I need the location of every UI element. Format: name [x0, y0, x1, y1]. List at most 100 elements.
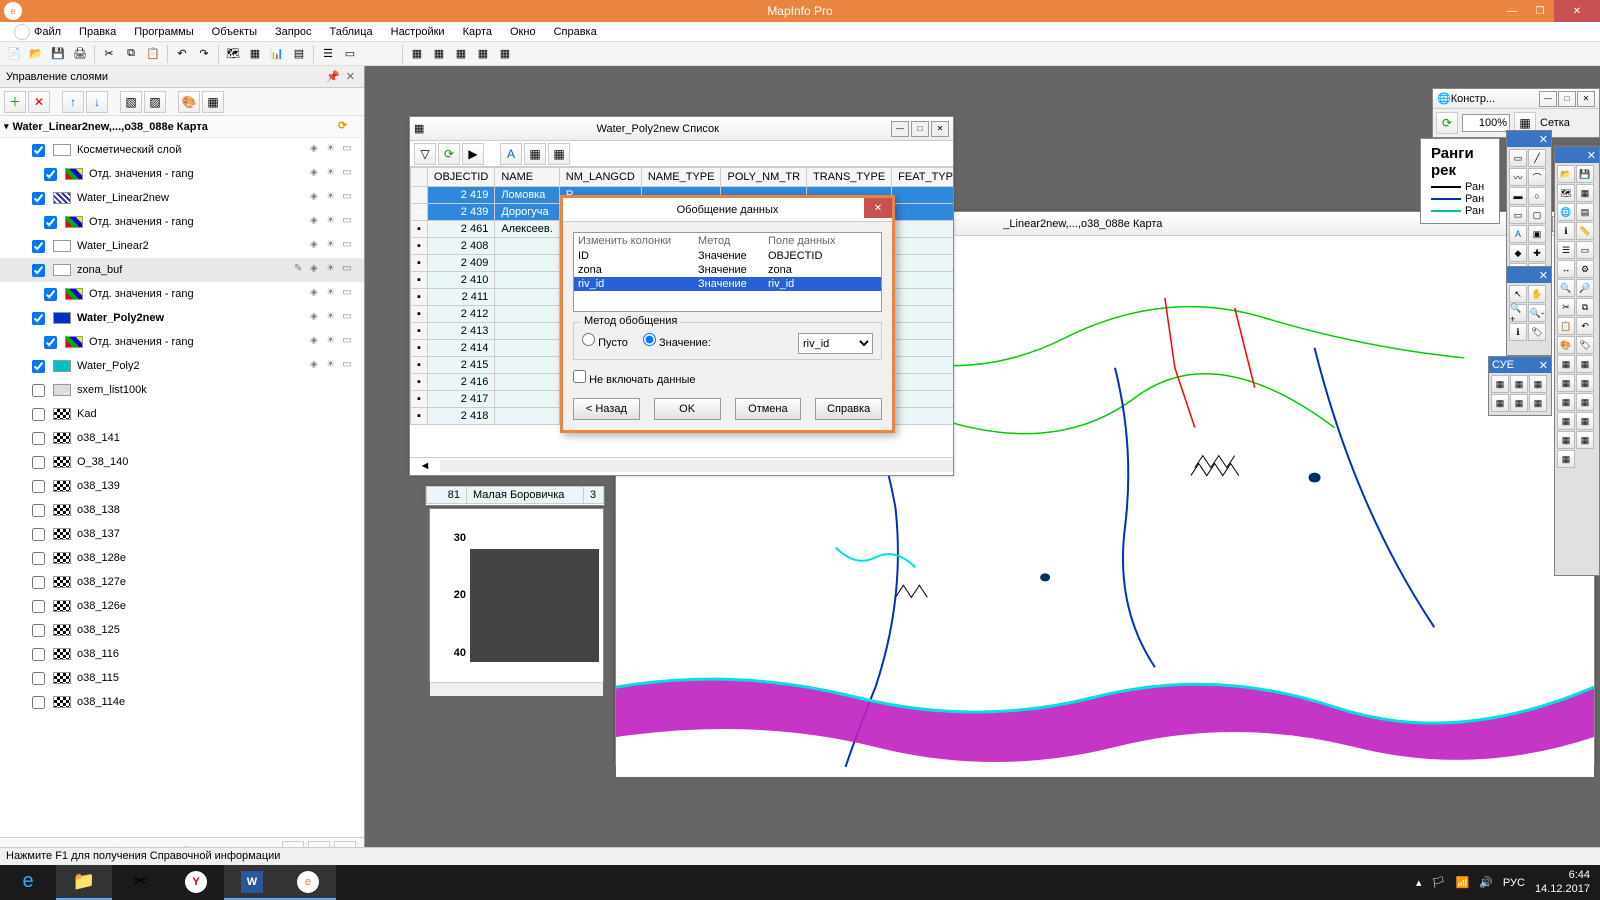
layer-visible-checkbox[interactable]: [44, 216, 57, 229]
t-theme-icon[interactable]: 🎨: [1557, 336, 1575, 354]
tb-misc4-icon[interactable]: ▦: [473, 44, 493, 64]
list-add-icon[interactable]: ▦: [524, 143, 546, 165]
layer-opt3-icon[interactable]: ▭: [342, 167, 356, 181]
t-cut-icon[interactable]: ✂: [1557, 298, 1575, 316]
tool-text-icon[interactable]: A: [1509, 225, 1527, 243]
layer-row[interactable]: Water_Poly2 ◈☀▭: [0, 354, 364, 378]
dialog-row[interactable]: riv_idЗначениеriv_id: [574, 277, 881, 291]
list-filter-icon[interactable]: ▽: [414, 143, 436, 165]
move-up-icon[interactable]: ↑: [62, 91, 84, 113]
tb-paste-icon[interactable]: 📋: [143, 44, 163, 64]
tb-layout-icon[interactable]: ▤: [289, 44, 309, 64]
layer-visible-checkbox[interactable]: [32, 408, 45, 421]
t-misc7-icon[interactable]: ▦: [1557, 412, 1575, 430]
tool-polygon-icon[interactable]: ▬: [1509, 187, 1527, 205]
constr-min-icon[interactable]: —: [1539, 91, 1557, 107]
panel-close-icon[interactable]: ✕: [343, 71, 358, 83]
sue-btn1-icon[interactable]: ▦: [1491, 375, 1509, 393]
tool-addnode-icon[interactable]: ✚: [1528, 244, 1546, 262]
layer-row[interactable]: Water_Linear2new ◈☀▭: [0, 186, 364, 210]
tb-redo-icon[interactable]: ↷: [194, 44, 214, 64]
sue-btn2-icon[interactable]: ▦: [1510, 375, 1528, 393]
layer-row[interactable]: Water_Linear2 ◈☀▭: [0, 234, 364, 258]
layer-row[interactable]: o38_115: [0, 666, 364, 690]
layer-opt2-icon[interactable]: ☀: [326, 215, 340, 229]
t-label-icon[interactable]: 🏷: [1576, 336, 1594, 354]
t-misc10-icon[interactable]: ▦: [1576, 431, 1594, 449]
tool-node-icon[interactable]: ◆: [1509, 244, 1527, 262]
exclude-checkbox[interactable]: Не включать данные: [573, 374, 696, 386]
t-paste-icon[interactable]: 📋: [1557, 317, 1575, 335]
tb-list-icon[interactable]: ▦: [245, 44, 265, 64]
menu-window[interactable]: Окно: [502, 24, 544, 40]
layer-label-icon[interactable]: ▦: [202, 91, 224, 113]
layers-tree[interactable]: ▾ Water_Linear2new,...,o38_088e Карта ⟳ …: [0, 116, 364, 837]
constr-refresh-icon[interactable]: ⟳: [1436, 112, 1458, 134]
tb-copy-icon[interactable]: ⧉: [121, 44, 141, 64]
col-header[interactable]: NAME_TYPE: [641, 168, 721, 187]
layer-opt3-icon[interactable]: ▭: [342, 311, 356, 325]
layer-props2-icon[interactable]: ▨: [144, 91, 166, 113]
layer-opt3-icon[interactable]: ▭: [342, 215, 356, 229]
menu-help[interactable]: Справка: [546, 24, 605, 40]
value-select[interactable]: riv_id: [798, 333, 873, 354]
layer-visible-checkbox[interactable]: [32, 648, 45, 661]
layer-visible-checkbox[interactable]: [32, 600, 45, 613]
menu-settings[interactable]: Настройки: [383, 24, 453, 40]
minimize-button[interactable]: —: [1498, 0, 1526, 22]
layer-visible-checkbox[interactable]: [32, 384, 45, 397]
tool-roundrect-icon[interactable]: ▢: [1528, 206, 1546, 224]
layer-opt3-icon[interactable]: ▭: [342, 287, 356, 301]
pin-icon[interactable]: 📌: [323, 71, 343, 83]
menu-map[interactable]: Карта: [455, 24, 500, 40]
layer-opt1-icon[interactable]: ◈: [310, 311, 324, 325]
tree-header[interactable]: ▾ Water_Linear2new,...,o38_088e Карта ⟳: [0, 116, 364, 138]
tb-print-icon[interactable]: 🖨: [70, 44, 90, 64]
nav-label-icon[interactable]: 🏷: [1528, 323, 1546, 341]
refresh-icon[interactable]: ⟳: [338, 119, 354, 135]
tray-up-icon[interactable]: ▴: [1416, 876, 1422, 889]
edit-icon[interactable]: ✎: [294, 263, 308, 277]
col-header[interactable]: TRANS_TYPE: [807, 168, 892, 187]
layer-visible-checkbox[interactable]: [32, 144, 45, 157]
layer-row[interactable]: o38_128e: [0, 546, 364, 570]
t-misc5-icon[interactable]: ▦: [1557, 393, 1575, 411]
radio-value[interactable]: Значение:: [643, 337, 711, 349]
t-misc9-icon[interactable]: ▦: [1557, 431, 1575, 449]
remove-layer-icon[interactable]: ✕: [28, 91, 50, 113]
t-misc11-icon[interactable]: ▦: [1557, 450, 1575, 468]
t-map-icon[interactable]: 🗺: [1557, 184, 1575, 202]
zoom-input[interactable]: [1462, 114, 1510, 132]
layer-visible-checkbox[interactable]: [44, 288, 57, 301]
menu-file[interactable]: Файл: [6, 22, 69, 42]
tb-misc3-icon[interactable]: ▦: [451, 44, 471, 64]
t-misc1-icon[interactable]: ▦: [1557, 355, 1575, 373]
close-button[interactable]: ✕: [1554, 0, 1600, 22]
taskbar-word-icon[interactable]: W: [224, 865, 280, 900]
cancel-button[interactable]: Отмена: [735, 398, 802, 420]
tool-line-icon[interactable]: ╱: [1528, 149, 1546, 167]
layer-opt2-icon[interactable]: ☀: [326, 239, 340, 253]
tb-undo-icon[interactable]: ↶: [172, 44, 192, 64]
tb-misc1-icon[interactable]: ▦: [407, 44, 427, 64]
dialog-row[interactable]: zonaЗначениеzona: [574, 263, 881, 277]
radio-empty[interactable]: Пусто: [582, 337, 628, 349]
sue-btn6-icon[interactable]: ▦: [1529, 394, 1547, 412]
panel-close-icon[interactable]: ✕: [1539, 359, 1548, 372]
t-layers-icon[interactable]: ☰: [1557, 241, 1575, 259]
tray-action-icon[interactable]: 🏳: [1432, 876, 1446, 889]
tray-volume-icon[interactable]: 🔊: [1479, 876, 1493, 889]
layer-row[interactable]: o38_141: [0, 426, 364, 450]
layer-row[interactable]: sxem_list100k: [0, 378, 364, 402]
layer-row[interactable]: o38_127e: [0, 570, 364, 594]
layer-props1-icon[interactable]: ▧: [120, 91, 142, 113]
layer-row[interactable]: o38_138: [0, 498, 364, 522]
tool-rect-icon[interactable]: ▭: [1509, 206, 1527, 224]
layer-row[interactable]: o38_139: [0, 474, 364, 498]
t-globe-icon[interactable]: 🌐: [1557, 203, 1575, 221]
layer-visible-checkbox[interactable]: [32, 240, 45, 253]
list-max-icon[interactable]: □: [911, 121, 929, 137]
taskbar-explorer-icon[interactable]: 📁: [56, 865, 112, 900]
layer-opt1-icon[interactable]: ◈: [310, 239, 324, 253]
tool-polyline-icon[interactable]: 〰: [1509, 168, 1527, 186]
